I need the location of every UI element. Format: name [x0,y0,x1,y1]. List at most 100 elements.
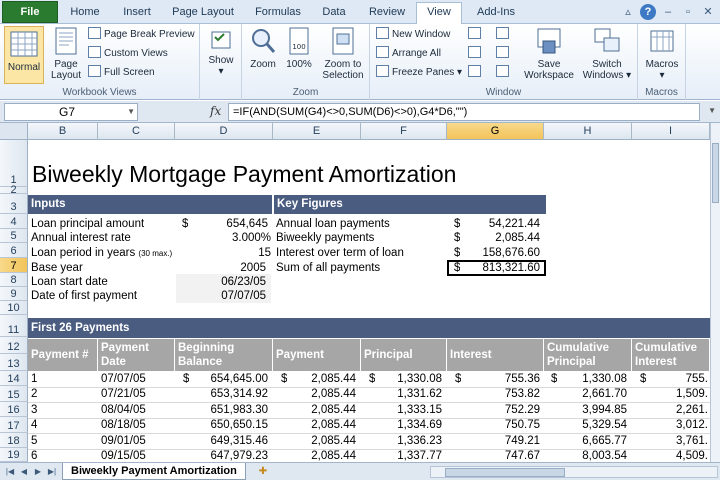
payment-date[interactable]: 09/01/05 [101,435,146,448]
expand-formula-bar-icon[interactable]: ▼ [708,106,716,115]
row-header-15[interactable]: 15 [0,386,28,402]
row-header-10[interactable]: 10 [0,301,28,315]
next-sheet-icon[interactable]: ▶ [32,465,44,478]
custom-views-button[interactable]: Custom Views [88,45,168,62]
payment-number[interactable]: 6 [31,450,37,462]
insert-function-icon[interactable]: fx [210,104,221,118]
interest-amount[interactable]: 753.82 [466,388,540,401]
horizontal-scroll-thumb[interactable] [445,468,565,477]
tab-home[interactable]: Home [62,3,108,24]
loan-period-value[interactable]: 15 [200,247,271,260]
first-payment-value[interactable]: 07/07/05 [200,290,266,303]
beginning-balance[interactable]: 649,315.46 [195,435,268,448]
zoom-to-selection-button[interactable]: Zoom to Selection [318,26,368,81]
column-header-i[interactable]: I [632,123,710,140]
payment-amount[interactable]: 2,085.44 [290,404,356,417]
freeze-panes-button[interactable]: Freeze Panes ▾ [376,64,462,81]
beginning-balance[interactable]: 654,645.00 [195,373,268,386]
row-header-9[interactable]: 9 [0,287,28,301]
vertical-scroll-thumb[interactable] [712,143,719,203]
view-side-by-side-button[interactable] [496,26,512,43]
zoom-button[interactable]: Zoom [246,26,280,70]
tab-data[interactable]: Data [314,3,354,24]
row-header-12[interactable]: 12 [0,337,28,354]
row-header-16[interactable]: 16 [0,402,28,417]
row-header-14[interactable]: 14 [0,371,28,386]
beginning-balance[interactable]: 651,983.30 [195,404,268,417]
principal-amount[interactable]: 1,334.69 [378,419,442,432]
row-header-18[interactable]: 18 [0,433,28,448]
worksheet-grid[interactable]: BCDEFGHI 1 2 3 4 5 6 7 8 9 10 11 12 13 14 15 16 17 18 19 B… [0,123,710,462]
macros-button[interactable]: Macros ▾ [642,26,682,81]
minimize-icon[interactable]: – [660,4,676,20]
principal-currency[interactable]: $ [369,373,375,386]
cum-principal-currency[interactable]: $ [551,373,557,386]
column-header-g[interactable]: G [447,123,544,140]
tab-file[interactable]: File [2,1,58,23]
cumulative-principal[interactable]: 8,003.54 [560,450,627,462]
vertical-scrollbar[interactable] [710,123,720,462]
row-header-17[interactable]: 17 [0,417,28,433]
interest-rate-value[interactable]: 3.000% [200,232,271,245]
payment-amount[interactable]: 2,085.44 [290,388,356,401]
column-header-c[interactable]: C [98,123,175,140]
payment-amount[interactable]: 2,085.44 [290,373,356,386]
payment-number[interactable]: 4 [31,419,37,432]
collapse-ribbon-icon[interactable]: ▵ [620,4,636,20]
insert-sheet-icon[interactable]: ✚ [255,465,271,478]
balance-currency[interactable]: $ [183,373,189,386]
row-header-7[interactable]: 7 [0,258,28,273]
horizontal-scrollbar[interactable] [430,466,718,478]
row-header-11[interactable]: 11 [0,315,28,337]
close-icon[interactable]: ✕ [700,4,716,20]
payment-number[interactable]: 1 [31,373,37,386]
normal-view-button[interactable]: Normal [4,26,44,84]
first-sheet-icon[interactable]: |◀ [4,465,16,478]
key-figure-value[interactable]: 2,085.44 [470,232,540,245]
interest-currency[interactable]: $ [455,373,461,386]
row-header-6[interactable]: 6 [0,243,28,258]
name-box[interactable]: G7 ▼ [4,103,138,121]
reset-window-position-button[interactable] [496,64,512,81]
cumulative-interest[interactable]: 2,261. [652,404,708,417]
interest-amount[interactable]: 752.29 [466,404,540,417]
payment-date[interactable]: 08/04/05 [101,404,146,417]
payment-date[interactable]: 09/15/05 [101,450,146,462]
principal-amount[interactable]: 1,333.15 [378,404,442,417]
cumulative-principal[interactable]: 5,329.54 [560,419,627,432]
help-icon[interactable]: ? [640,4,656,20]
new-window-button[interactable]: New Window [376,26,450,43]
key-figure-value[interactable]: 158,676.60 [470,247,540,260]
zoom-100-button[interactable]: 100 100% [282,26,316,70]
row-header-13[interactable]: 13 [0,354,28,371]
payment-date[interactable]: 07/07/05 [101,373,146,386]
principal-amount[interactable]: 1,336.23 [378,435,442,448]
principal-amount[interactable]: 1,331.62 [378,388,442,401]
sheet-tab-biweekly-payment-amortization[interactable]: Biweekly Payment Amortization [62,463,246,480]
tab-formulas[interactable]: Formulas [248,3,308,24]
beginning-balance[interactable]: 647,979.23 [195,450,268,462]
tab-add-ins[interactable]: Add-Ins [468,3,524,24]
select-all-corner[interactable] [0,123,28,140]
cumulative-interest[interactable]: 755. [652,373,708,386]
payment-date[interactable]: 08/18/05 [101,419,146,432]
column-header-h[interactable]: H [544,123,632,140]
payment-date[interactable]: 07/21/05 [101,388,146,401]
principal-amount[interactable]: 1,337.77 [378,450,442,462]
payment-number[interactable]: 5 [31,435,37,448]
cumulative-principal[interactable]: 3,994.85 [560,404,627,417]
tab-view[interactable]: View [416,2,462,24]
cumulative-interest[interactable]: 3,012. [652,419,708,432]
row-header-8[interactable]: 8 [0,273,28,287]
page-break-preview-button[interactable]: Page Break Preview [88,26,195,43]
cumulative-interest[interactable]: 3,761. [652,435,708,448]
page-layout-view-button[interactable]: Page Layout [48,26,84,81]
hide-button[interactable] [468,45,484,62]
cum-interest-currency[interactable]: $ [640,373,646,386]
payment-amount[interactable]: 2,085.44 [290,419,356,432]
column-header-f[interactable]: F [361,123,447,140]
principal-amount[interactable]: 1,330.08 [378,373,442,386]
beginning-balance[interactable]: 653,314.92 [195,388,268,401]
payment-number[interactable]: 3 [31,404,37,417]
split-button[interactable] [468,26,484,43]
